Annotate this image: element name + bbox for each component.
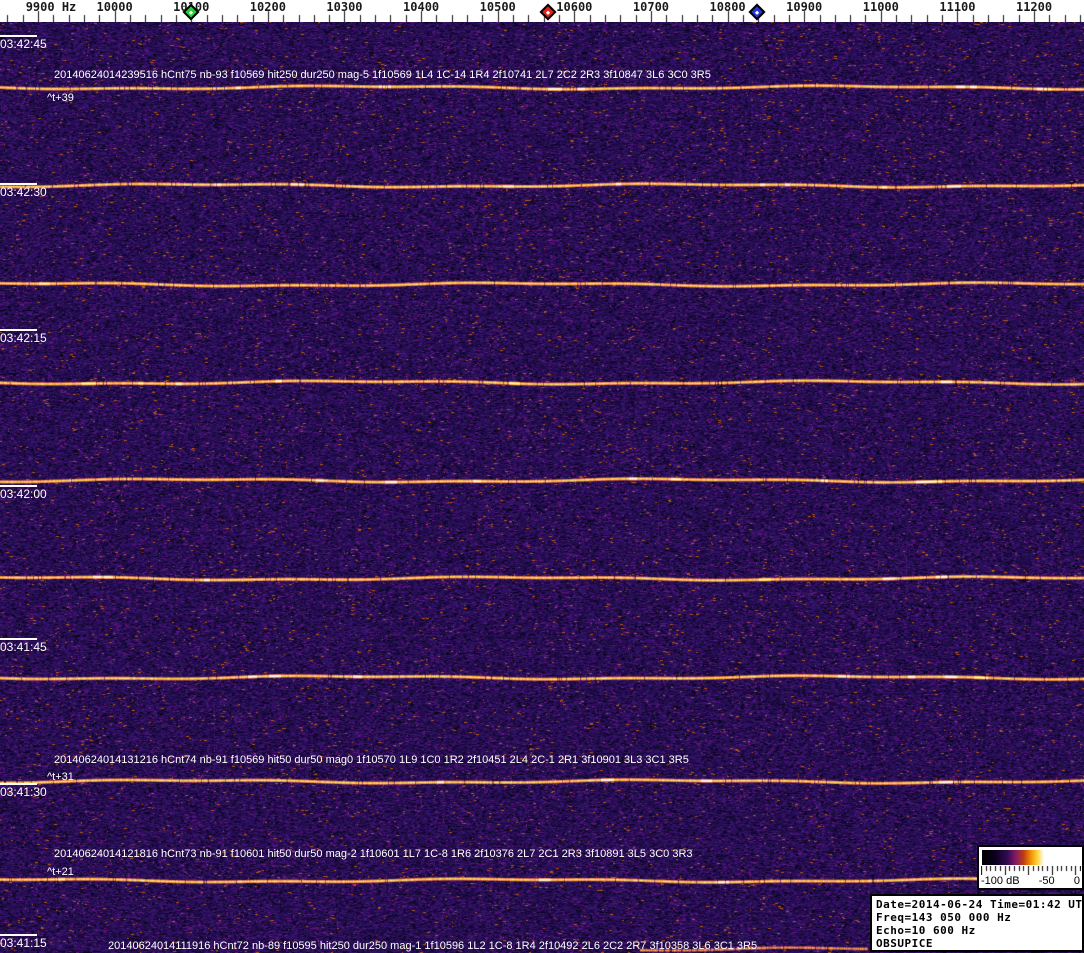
axis-label-10200: 10200 [249, 0, 286, 14]
time-label-row: 03:42:30 [0, 183, 47, 198]
info-frequency: Freq=143 050 000 Hz [876, 911, 1012, 924]
signal-level-colorbar: -100 dB -50 0 [977, 845, 1084, 890]
time-label: 03:41:30 [0, 785, 47, 799]
axis-label-10600: 10600 [556, 0, 593, 14]
colorbar-gradient [982, 850, 1079, 865]
time-label-row: 03:41:30 [0, 783, 47, 798]
trigger-time-annotation: ^t+39 [47, 92, 74, 104]
axis-label-10000: 10000 [96, 0, 133, 14]
time-label: 03:41:15 [0, 936, 47, 950]
colorbar-labels: -100 dB -50 0 [981, 875, 1080, 888]
trigger-time-annotation: ^t+21 [47, 866, 74, 878]
axis-label-10700: 10700 [632, 0, 670, 14]
spectrogram-window: 9900 Hz100001010010200103001040010500106… [0, 0, 1084, 953]
trigger-time-annotation: ^t+31 [47, 771, 74, 783]
axis-label-10900: 10900 [786, 0, 823, 14]
axis-label-10400: 10400 [403, 0, 440, 14]
time-label: 03:42:30 [0, 185, 47, 199]
time-label-row: 03:42:45 [0, 35, 47, 50]
axis-label-11000: 11000 [862, 0, 899, 14]
time-label: 03:41:45 [0, 640, 47, 654]
colorbar-max-label: 0 [1073, 875, 1080, 887]
marker-blue-center-dot [754, 9, 759, 15]
time-label: 03:42:15 [0, 331, 47, 345]
detection-record-annotation: 20140624014131216 hCnt74 nb-91 f10569 hi… [54, 754, 689, 766]
axis-label-10500: 10500 [479, 0, 516, 14]
spectrogram-waterfall [0, 22, 1084, 953]
colorbar-ruler [981, 866, 1081, 875]
time-label-row: 03:41:45 [0, 638, 47, 653]
time-label-row: 03:42:00 [0, 485, 47, 500]
info-echo-frequency: Echo=10 600 Hz [876, 924, 976, 937]
detection-record-annotation: 20140624014239516 hCnt75 nb-93 f10569 hi… [54, 69, 711, 81]
observation-info-box: Date=2014-06-24 Time=01:42 UTC Freq=143 … [870, 894, 1084, 952]
time-label-row: 03:42:15 [0, 329, 47, 344]
axis-label-11200: 11200 [1015, 0, 1053, 14]
time-label-row: 03:41:15 [0, 934, 47, 949]
frequency-axis: 9900 Hz100001010010200103001040010500106… [0, 0, 1084, 22]
marker-green-center-dot [189, 9, 194, 15]
axis-label-9900: 9900 Hz [25, 0, 77, 14]
detection-record-annotation: 20140624014111916 hCnt72 nb-89 f10595 hi… [108, 940, 758, 952]
colorbar-mid-label: -50 [1038, 875, 1055, 887]
axis-label-10800: 10800 [709, 0, 746, 14]
axis-label-11100: 11100 [939, 0, 976, 14]
colorbar-min-label: -100 dB [981, 875, 1020, 887]
time-label: 03:42:45 [0, 37, 47, 51]
detection-record-annotation: 20140624014121816 hCnt73 nb-91 f10601 hi… [54, 848, 693, 860]
info-date-time: Date=2014-06-24 Time=01:42 UTC [876, 898, 1084, 911]
marker-red-center-dot [545, 9, 550, 15]
axis-label-10300: 10300 [326, 0, 363, 14]
time-label: 03:42:00 [0, 487, 47, 501]
info-station-name: OBSUPICE [876, 937, 933, 950]
